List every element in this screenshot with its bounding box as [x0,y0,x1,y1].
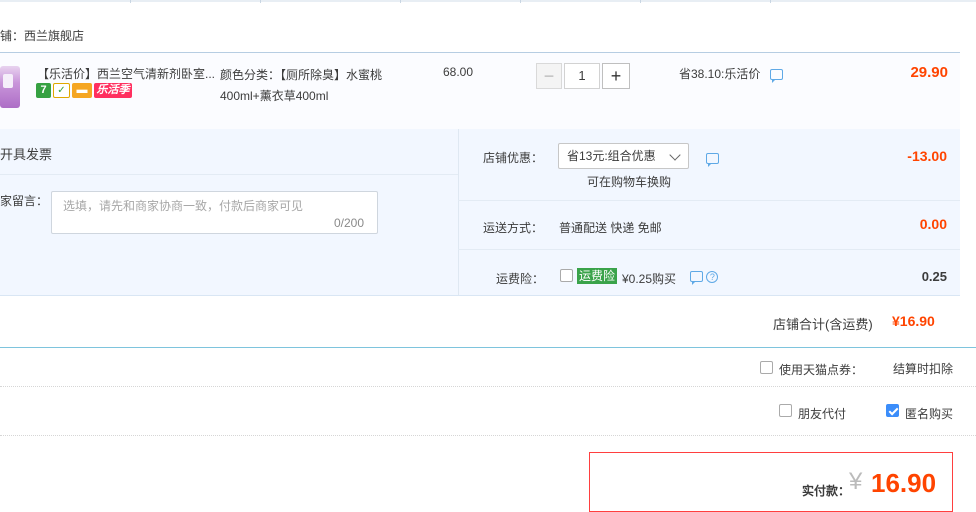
divider [0,174,458,175]
quantity-increase-button[interactable]: + [602,63,630,89]
shop-name: 铺：西兰旗舰店 [0,29,85,43]
message-char-counter: 0/200 [334,216,365,230]
friend-pay-label: 朋友代付 [798,407,847,421]
discount-amount: -13.00 [907,148,947,164]
product-badges: 7 ✓ ▬ 乐活季 [36,83,134,99]
payment-currency: ¥ [849,468,863,495]
shipping-label: 运送方式： [483,221,544,235]
credit-card-icon[interactable]: ▬ [72,83,92,98]
quantity-decrease-button[interactable]: − [536,63,562,89]
message-label: 家留言： [0,194,49,208]
chat-icon[interactable] [769,69,783,84]
chevron-down-icon [669,149,681,161]
shipping-fee: 0.00 [919,216,947,232]
discount-select[interactable]: 省13元:组合优惠 [558,143,689,169]
question-icon[interactable]: ? [706,270,719,283]
product-title-link[interactable]: 【乐活价】西兰空气清新剂卧室... [37,65,217,82]
shield-guarantee-icon[interactable]: ✓ [53,83,70,98]
panel-divider [458,129,459,295]
store-total-amount: ¥16.90 [892,313,935,329]
promo-text: 省38.10:乐活价 [679,67,761,81]
festival-badge-icon[interactable]: 乐活季 [94,83,132,98]
insurance-price: ¥0.25购买 [622,272,677,286]
divider [0,435,976,436]
payment-label: 实付款： [802,484,851,498]
insurance-badge: 运费险 [577,268,618,284]
divider [458,200,960,201]
discount-label: 店铺优惠： [483,151,544,165]
divider [0,347,976,348]
coupon-note: 结算时扣除 [893,362,954,376]
promo-info: 省38.10:乐活价 [679,65,783,84]
quantity-input[interactable]: 1 [564,63,600,89]
insurance-help: ? [690,269,719,286]
top-border [0,0,976,3]
insurance-fee: 0.25 [921,269,947,284]
store-total-label: 店铺合计(含运费) [773,317,873,332]
product-sku: 颜色分类：【厕所除臭】水蜜桃400ml+薰衣草400ml [220,68,383,103]
shipping-method: 普通配送 快递 免邮 [559,221,662,235]
payment-amount: 16.90 [871,468,937,498]
insurance-checkbox[interactable] [560,269,573,282]
anonymous-checkbox[interactable] [886,404,899,417]
insurance-label: 运费险： [496,272,545,286]
discount-note: 可在购物车换购 [587,175,672,189]
divider [0,386,976,387]
product-thumbnail[interactable] [0,66,20,108]
discount-selected-value: 省13元:组合优惠 [567,149,656,163]
friend-pay-checkbox[interactable] [779,404,792,417]
chat-icon[interactable] [706,153,719,168]
unit-price: 68.00 [443,65,474,79]
invoice-label[interactable]: 开具发票 [0,144,52,163]
message-placeholder: 选填，请先和商家协商一致，付款后商家可见 [63,199,304,213]
seven-day-return-icon[interactable]: 7 [36,83,51,98]
divider [458,249,960,250]
chat-icon[interactable] [690,271,703,286]
coupon-label: 使用天猫点券： [779,363,864,377]
item-subtotal: 29.90 [910,64,948,81]
coupon-checkbox[interactable] [760,361,773,374]
anonymous-label: 匿名购买 [905,407,954,421]
